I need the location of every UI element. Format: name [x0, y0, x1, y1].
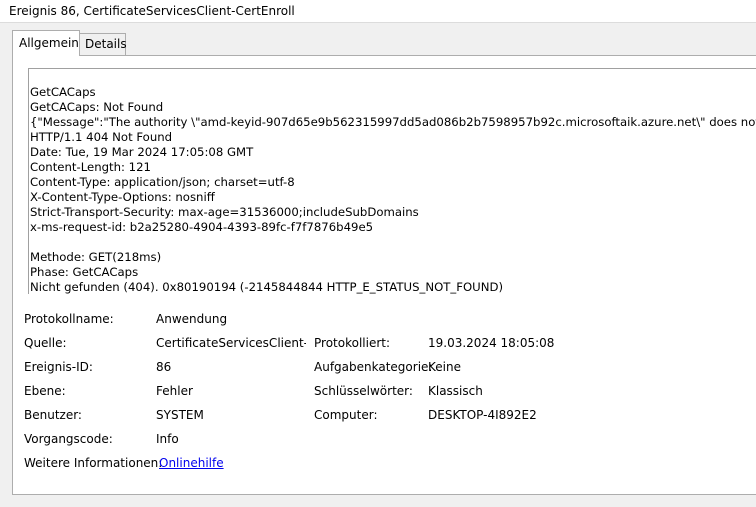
label-vorgangscode: Vorgangscode:: [24, 432, 113, 446]
window-title: Ereignis 86, CertificateServicesClient-C…: [9, 4, 295, 18]
message-line: X-Content-Type-Options: nosniff: [30, 190, 215, 204]
message-line: {"Message":"The authority \"amd-keyid-90…: [30, 115, 756, 129]
message-line: Strict-Transport-Security: max-age=31536…: [30, 205, 419, 219]
message-line: Content-Type: application/json; charset=…: [30, 175, 295, 189]
message-line: HTTP/1.1 404 Not Found: [30, 130, 173, 144]
tab-allgemein[interactable]: Allgemein: [12, 30, 80, 56]
message-line: Nicht gefunden (404). 0x80190194 (-21458…: [30, 280, 504, 294]
label-computer: Computer:: [314, 408, 378, 422]
value-quelle: CertificateServicesClient-CertEnroll: [156, 336, 306, 350]
message-line: Phase: GetCACaps: [30, 265, 139, 279]
message-line: Date: Tue, 19 Mar 2024 17:05:08 GMT: [30, 145, 254, 159]
message-line: x-ms-request-id: b2a25280-4904-4393-89fc…: [30, 220, 374, 234]
message-line: Methode: GET(218ms): [30, 250, 162, 264]
label-ereignis-id: Ereignis-ID:: [24, 360, 93, 374]
event-message-textbox[interactable]: GetCACaps GetCACaps: Not Found {"Message…: [28, 68, 756, 294]
value-protokolliert: 19.03.2024 18:05:08: [428, 336, 555, 350]
tab-details[interactable]: Details: [80, 33, 127, 55]
onlinehilfe-link[interactable]: Onlinehilfe: [159, 456, 224, 471]
message-line: GetCACaps: Not Found: [30, 100, 164, 114]
window-titlebar: Ereignis 86, CertificateServicesClient-C…: [0, 0, 756, 23]
label-protokolliert: Protokolliert:: [314, 336, 391, 350]
value-ereignis-id: 86: [156, 360, 172, 374]
label-ebene: Ebene:: [24, 384, 66, 398]
label-weitere-informationen: Weitere Informationen:: [24, 456, 163, 470]
value-aufgabenkategorie: Keine: [428, 360, 461, 374]
label-schluesselwoerter: Schlüsselwörter:: [314, 384, 413, 398]
label-benutzer: Benutzer:: [24, 408, 82, 422]
value-vorgangscode: Info: [156, 432, 179, 446]
value-benutzer: SYSTEM: [156, 408, 204, 422]
value-protokollname: Anwendung: [156, 312, 228, 326]
message-line: Content-Length: 121: [30, 160, 151, 174]
value-computer: DESKTOP-4I892E2: [428, 408, 537, 422]
value-ebene: Fehler: [156, 384, 193, 398]
label-quelle: Quelle:: [24, 336, 67, 350]
value-schluesselwoerter: Klassisch: [428, 384, 483, 398]
label-aufgabenkategorie: Aufgabenkategorie:: [314, 360, 433, 374]
message-line: GetCACaps: [30, 85, 96, 99]
label-protokollname: Protokollname:: [24, 312, 114, 326]
